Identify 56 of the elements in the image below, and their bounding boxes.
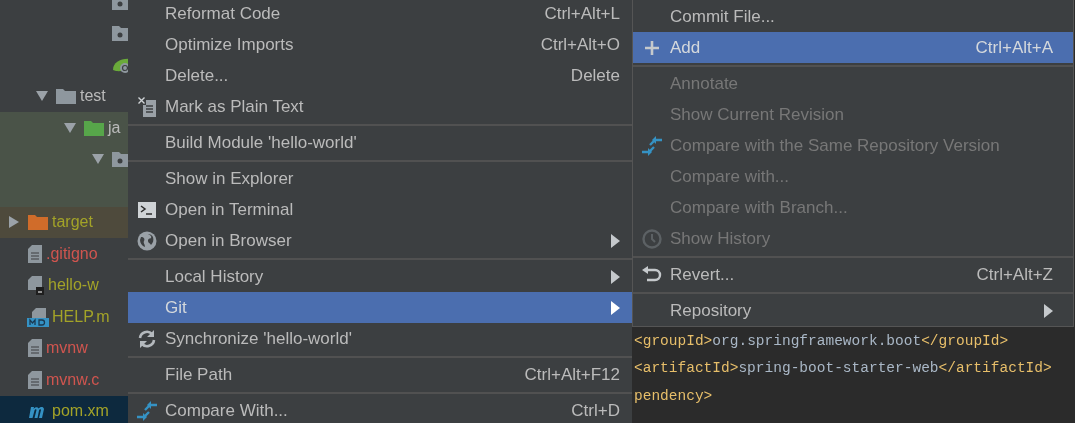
menu-item[interactable]: Compare With... Ctrl+D: [128, 395, 632, 423]
sync-icon: [136, 328, 157, 349]
file-icon: [27, 369, 43, 390]
collapsed-arrow-icon[interactable]: [7, 215, 20, 230]
menu-item[interactable]: Mark as Plain Text: [128, 91, 632, 122]
menu-item[interactable]: File Path Ctrl+Alt+F12: [128, 359, 632, 390]
tree-row[interactable]: ja: [0, 112, 128, 144]
tree-row[interactable]: target: [0, 206, 128, 238]
menu-item[interactable]: Add Ctrl+Alt+A: [633, 32, 1073, 63]
file-icon: [27, 243, 43, 264]
menu-item[interactable]: Open in Terminal: [128, 194, 632, 225]
tree-item-label: test: [80, 87, 106, 106]
tree-item-label: .gitigno: [46, 244, 98, 263]
folder-icon: [27, 213, 49, 232]
compare-arrows-icon: [135, 399, 158, 422]
menu-item[interactable]: Revert... Ctrl+Alt+Z: [633, 259, 1073, 290]
plus-icon: [643, 39, 660, 56]
menu-item[interactable]: Show in Explorer: [128, 163, 632, 194]
tree-item-label: pom.xm: [52, 402, 109, 421]
code-line: <groupId>org.springframework.boot</groupId>: [634, 331, 1010, 351]
file-icon: [27, 338, 43, 359]
code-line: pendency>: [634, 386, 714, 406]
tree-item-label: target: [52, 213, 93, 232]
script-file-icon: [27, 275, 45, 296]
undo-arrow-icon: [641, 265, 662, 284]
menu-item[interactable]: Open in Browser: [128, 225, 632, 256]
tree-row[interactable]: pom.xm: [0, 395, 128, 423]
menu-item[interactable]: Build Module 'hello-world': [128, 127, 632, 158]
menu-item[interactable]: Delete... Delete: [128, 60, 632, 91]
menu-item[interactable]: Commit File...: [633, 1, 1073, 32]
menu-item[interactable]: Repository: [633, 295, 1073, 326]
tree-row[interactable]: HELP.m: [0, 301, 128, 333]
clock-icon: [641, 228, 662, 249]
compare-arrows-icon: [640, 134, 663, 157]
tree-item-label: hello-w: [48, 276, 99, 295]
expanded-arrow-icon[interactable]: [90, 153, 105, 166]
menu-item[interactable]: Local History: [128, 261, 632, 292]
menu-item[interactable]: Optimize Imports Ctrl+Alt+O: [128, 29, 632, 60]
tree-item-label: HELP.m: [52, 307, 110, 326]
terminal-icon: [137, 201, 156, 218]
expanded-arrow-icon[interactable]: [34, 90, 49, 103]
menu-item[interactable]: Git: [128, 292, 632, 323]
plain-text-icon: [136, 95, 157, 118]
globe-icon: [136, 230, 157, 251]
markdown-file-icon: [27, 306, 49, 327]
expanded-arrow-icon[interactable]: [62, 121, 77, 134]
folder-icon: [83, 118, 105, 137]
tree-row[interactable]: hello-w: [0, 269, 128, 301]
folder-icon: [55, 87, 77, 106]
tree-item-label: ja: [108, 118, 121, 137]
code-line: <artifactId>spring-boot-starter-web</artifactId>: [634, 359, 1053, 379]
menu-item[interactable]: Synchronize 'hello-world': [128, 323, 632, 354]
menu-item[interactable]: Reformat Code Ctrl+Alt+L: [128, 0, 632, 29]
tree-item-label: mvnw.c: [46, 370, 100, 389]
tree-row[interactable]: test: [0, 80, 128, 112]
tree-item-label: mvnw: [46, 339, 88, 358]
